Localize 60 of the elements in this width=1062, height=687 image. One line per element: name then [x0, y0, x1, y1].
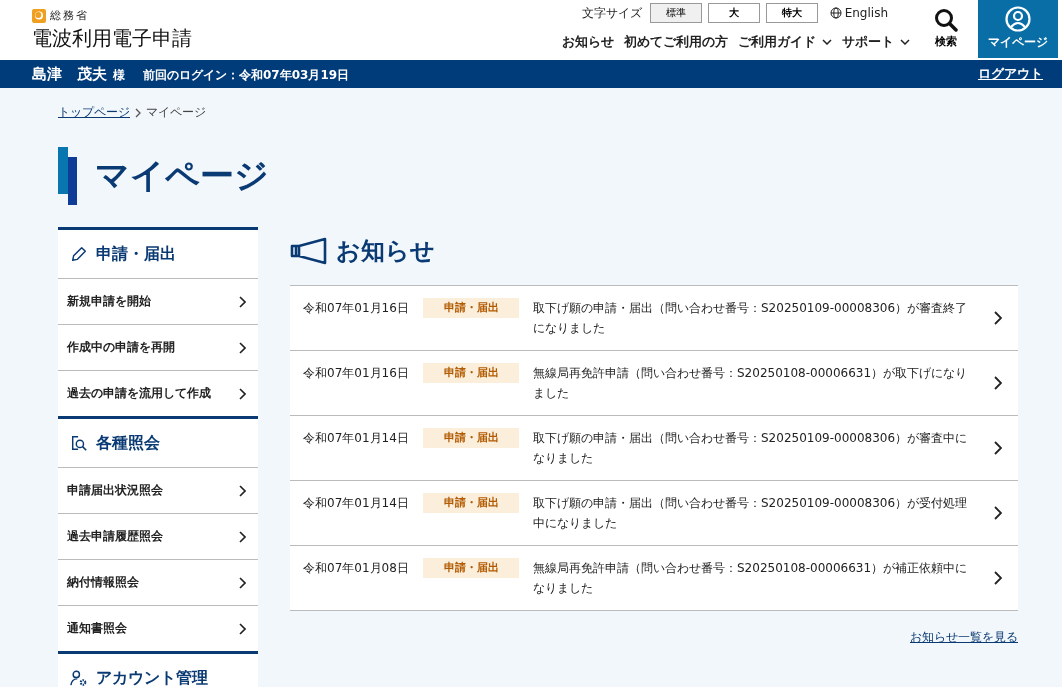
chevron-right-icon [239, 295, 246, 308]
last-login: 前回のログイン：令和07年03月19日 [143, 66, 350, 84]
chevron-down-icon [822, 39, 832, 45]
search-icon [934, 8, 958, 32]
more-notices-link[interactable]: お知らせ一覧を見る [910, 629, 1018, 646]
user-name: 島津 茂夫 [32, 64, 107, 84]
page-title: マイページ [95, 154, 269, 197]
font-size-button[interactable]: 標準 [649, 3, 702, 23]
chevron-right-icon [994, 571, 1002, 585]
chevron-right-icon [994, 441, 1002, 455]
breadcrumb-link[interactable]: トップページ [58, 104, 130, 121]
logout-link[interactable]: ログアウト [978, 65, 1043, 83]
sidebar-heading: 各種照会 [96, 432, 160, 454]
breadcrumb-current: マイページ [146, 104, 206, 121]
ministry-name: 総務省 [50, 8, 89, 23]
sidebar-item[interactable]: 納付情報照会 [58, 560, 258, 606]
chevron-right-icon [239, 622, 246, 635]
font-size-label: 文字サイズ [581, 4, 642, 22]
notice-row[interactable]: 令和07年01月16日 申請・届出 取下げ願の申請・届出（問い合わせ番号：S20250109-00008306）が審査終了になりました [290, 286, 1018, 351]
sidebar-item[interactable]: 過去申請履歴照会 [58, 514, 258, 560]
sidebar-item[interactable]: 過去の申請を流用して作成 [58, 371, 258, 416]
font-size-button[interactable]: 大 [707, 3, 760, 23]
chevron-right-icon [239, 530, 246, 543]
language-link[interactable]: English [829, 6, 888, 20]
sidebar-item[interactable]: 作成中の申請を再開 [58, 325, 258, 371]
notice-row[interactable]: 令和07年01月08日 申請・届出 無線局再免許申請（問い合わせ番号：S20250108-00006631）が補正依頼中になりました [290, 546, 1018, 611]
notices-heading: お知らせ [336, 236, 435, 267]
honorific: 様 [113, 66, 125, 84]
sidebar-heading: 申請・届出 [96, 243, 176, 265]
nav-link[interactable]: 初めてご利用の方 [624, 33, 728, 51]
pencil-icon [70, 245, 88, 263]
nav-link[interactable]: ご利用ガイド [738, 33, 832, 51]
globe-icon [829, 7, 842, 19]
chevron-right-icon [239, 387, 246, 400]
nav-link[interactable]: サポート [842, 33, 910, 51]
search-button[interactable]: 検索 [924, 0, 968, 56]
sidebar-heading: アカウント管理 [96, 667, 208, 687]
font-size-button[interactable]: 特大 [765, 3, 818, 23]
sidebar-item[interactable]: 通知書照会 [58, 606, 258, 651]
sidebar-item[interactable]: 申請届出状況照会 [58, 468, 258, 514]
megaphone-icon [290, 237, 328, 265]
notice-row[interactable]: 令和07年01月16日 申請・届出 無線局再免許申請（問い合わせ番号：S20250108-00006631）が取下げになりました [290, 351, 1018, 416]
chevron-right-icon [239, 576, 246, 589]
chevron-right-icon [994, 311, 1002, 325]
notice-row[interactable]: 令和07年01月14日 申請・届出 取下げ願の申請・届出（問い合わせ番号：S20250109-00008306）が審査中になりました [290, 416, 1018, 481]
chevron-right-icon [239, 484, 246, 497]
document-search-icon [70, 434, 88, 452]
ministry-logo-icon [32, 8, 46, 23]
title-bar-icon [58, 147, 77, 205]
mypage-button[interactable]: マイページ [978, 0, 1058, 58]
user-icon [1005, 6, 1031, 32]
site-title[interactable]: 電波利用電子申請 [32, 25, 192, 52]
notice-row[interactable]: 令和07年01月14日 申請・届出 取下げ願の申請・届出（問い合わせ番号：S20250109-00008306）が受付処理中になりました [290, 481, 1018, 546]
chevron-right-icon [994, 506, 1002, 520]
chevron-right-icon [994, 376, 1002, 390]
chevron-down-icon [900, 39, 910, 45]
chevron-right-icon [239, 341, 246, 354]
breadcrumb-separator-icon [135, 107, 141, 118]
nav-link[interactable]: お知らせ [562, 33, 614, 51]
sidebar-item[interactable]: 新規申請を開始 [58, 279, 258, 325]
